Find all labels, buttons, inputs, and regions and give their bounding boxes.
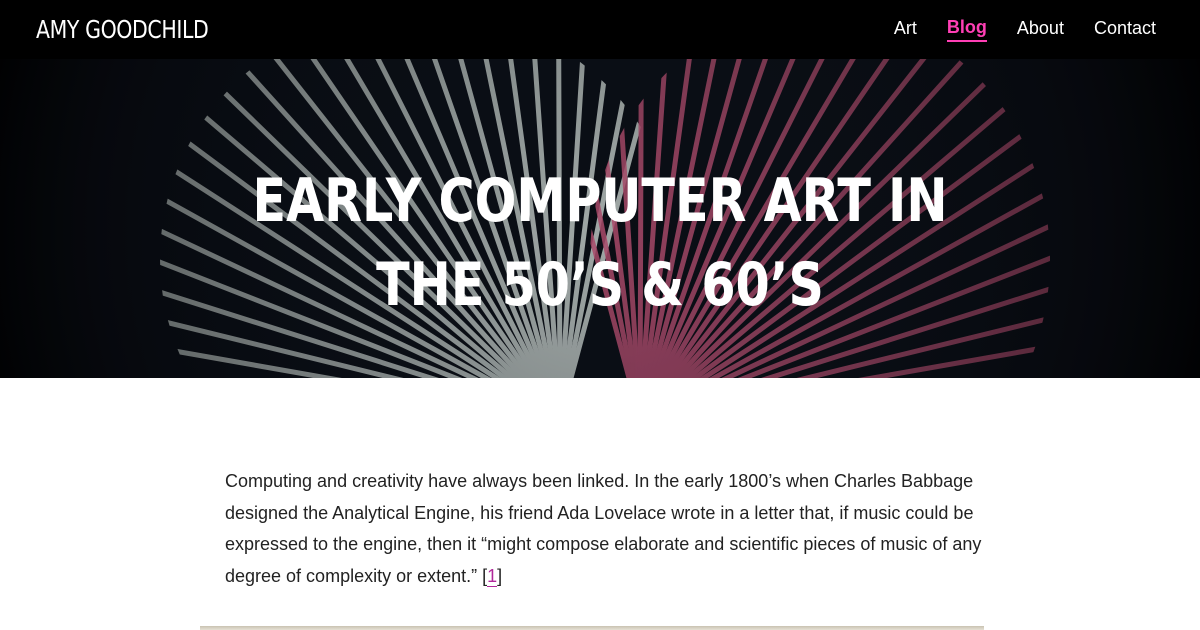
article-body: Computing and creativity have always bee…: [225, 466, 985, 592]
main-nav: Art Blog About Contact: [894, 17, 1156, 42]
nav-item-blog[interactable]: Blog: [946, 17, 987, 42]
article-paragraph: Computing and creativity have always bee…: [225, 466, 985, 592]
hero-banner: EARLY COMPUTER ART IN THE 50’S & 60’S: [0, 59, 1200, 378]
nav-item-art[interactable]: Art: [894, 18, 917, 41]
page-title: EARLY COMPUTER ART IN THE 50’S & 60’S: [252, 166, 948, 320]
article-image-top-edge: [200, 626, 984, 630]
site-logo-link[interactable]: AMY GOODCHILD: [36, 15, 209, 44]
nav-item-about[interactable]: About: [1017, 18, 1064, 41]
citation-close-bracket: ]: [497, 565, 503, 586]
paragraph-text: Computing and creativity have always bee…: [225, 471, 982, 586]
citation-link[interactable]: 1: [487, 565, 498, 587]
nav-item-contact[interactable]: Contact: [1094, 18, 1156, 41]
site-header: AMY GOODCHILD Art Blog About Contact: [0, 0, 1200, 59]
citation: [1]: [482, 565, 503, 587]
